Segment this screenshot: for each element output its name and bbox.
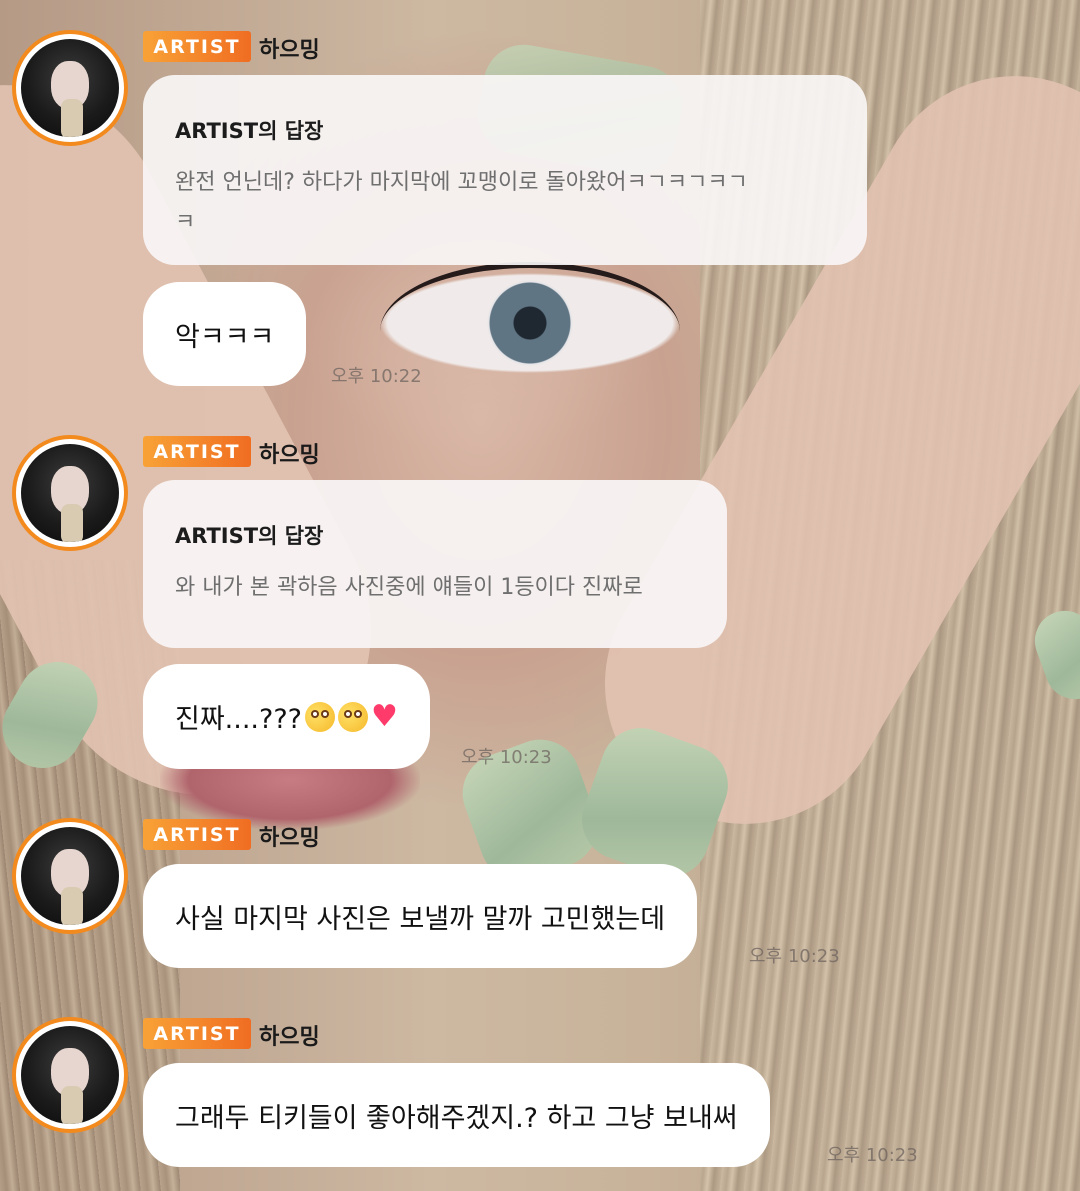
sender-name: 하으밍 xyxy=(259,38,320,63)
artist-avatar[interactable] xyxy=(12,818,128,934)
artist-badge: ARTIST xyxy=(143,1018,251,1049)
message-text: 사실 마지막 사진은 보낼까 말까 고민했는데 xyxy=(175,903,666,935)
message-text: 악ㅋㅋㅋ xyxy=(175,321,275,353)
sender-name: 하으밍 xyxy=(259,443,320,468)
message-time: 오후 10:22 xyxy=(331,366,422,387)
flushed-face-icon xyxy=(338,701,369,732)
message-time: 오후 10:23 xyxy=(749,946,840,967)
avatar-hair xyxy=(61,887,83,925)
reply-title: ARTIST의 답장 xyxy=(175,119,324,143)
background-eye xyxy=(380,262,680,378)
sender-name: 하으밍 xyxy=(259,826,320,851)
avatar-image xyxy=(21,827,119,925)
avatar-hair xyxy=(61,1086,83,1124)
reply-quote-card[interactable]: ARTIST의 답장 와 내가 본 곽하음 사진중에 얘들이 1등이다 진짜로 xyxy=(143,480,727,648)
message-time: 오후 10:23 xyxy=(827,1145,918,1166)
reply-title: ARTIST의 답장 xyxy=(175,524,324,548)
sender-name: 하으밍 xyxy=(259,1025,320,1050)
message-text: 그래두 티키들이 좋아해주겠지.? 하고 그냥 보내써 xyxy=(175,1102,738,1134)
message-bubble[interactable]: 사실 마지막 사진은 보낼까 말까 고민했는데 xyxy=(143,864,698,968)
artist-badge: ARTIST xyxy=(143,819,251,850)
artist-badge: ARTIST xyxy=(143,31,251,62)
avatar-image xyxy=(21,39,119,137)
avatar-hair xyxy=(61,99,83,137)
artist-badge: ARTIST xyxy=(143,436,251,467)
reply-quote-card[interactable]: ARTIST의 답장 완전 언닌데? 하다가 마지막에 꼬맹이로 돌아왔어ㅋㄱㅋ… xyxy=(143,75,867,265)
artist-avatar[interactable] xyxy=(12,435,128,551)
reply-text-line: 완전 언닌데? 하다가 마지막에 꼬맹이로 돌아왔어ㅋㄱㅋㄱㅋㄱ xyxy=(175,170,748,195)
reply-text-line: ㅋ xyxy=(175,210,196,235)
message-bubble[interactable]: 그래두 티키들이 좋아해주겠지.? 하고 그냥 보내써 xyxy=(143,1063,770,1167)
message-text: 진짜....??? xyxy=(175,704,303,735)
avatar-image xyxy=(21,444,119,542)
flushed-face-icon xyxy=(305,701,336,732)
artist-avatar[interactable] xyxy=(12,30,128,146)
avatar-hair xyxy=(61,504,83,542)
message-time: 오후 10:23 xyxy=(461,747,552,768)
red-heart-icon: ♥ xyxy=(371,699,398,734)
message-bubble[interactable]: 악ㅋㅋㅋ xyxy=(143,282,307,386)
artist-avatar[interactable] xyxy=(12,1017,128,1133)
message-bubble[interactable]: 진짜....??? ♥ xyxy=(143,664,430,769)
reply-text-line: 와 내가 본 곽하음 사진중에 얘들이 1등이다 진짜로 xyxy=(175,575,643,600)
avatar-image xyxy=(21,1026,119,1124)
